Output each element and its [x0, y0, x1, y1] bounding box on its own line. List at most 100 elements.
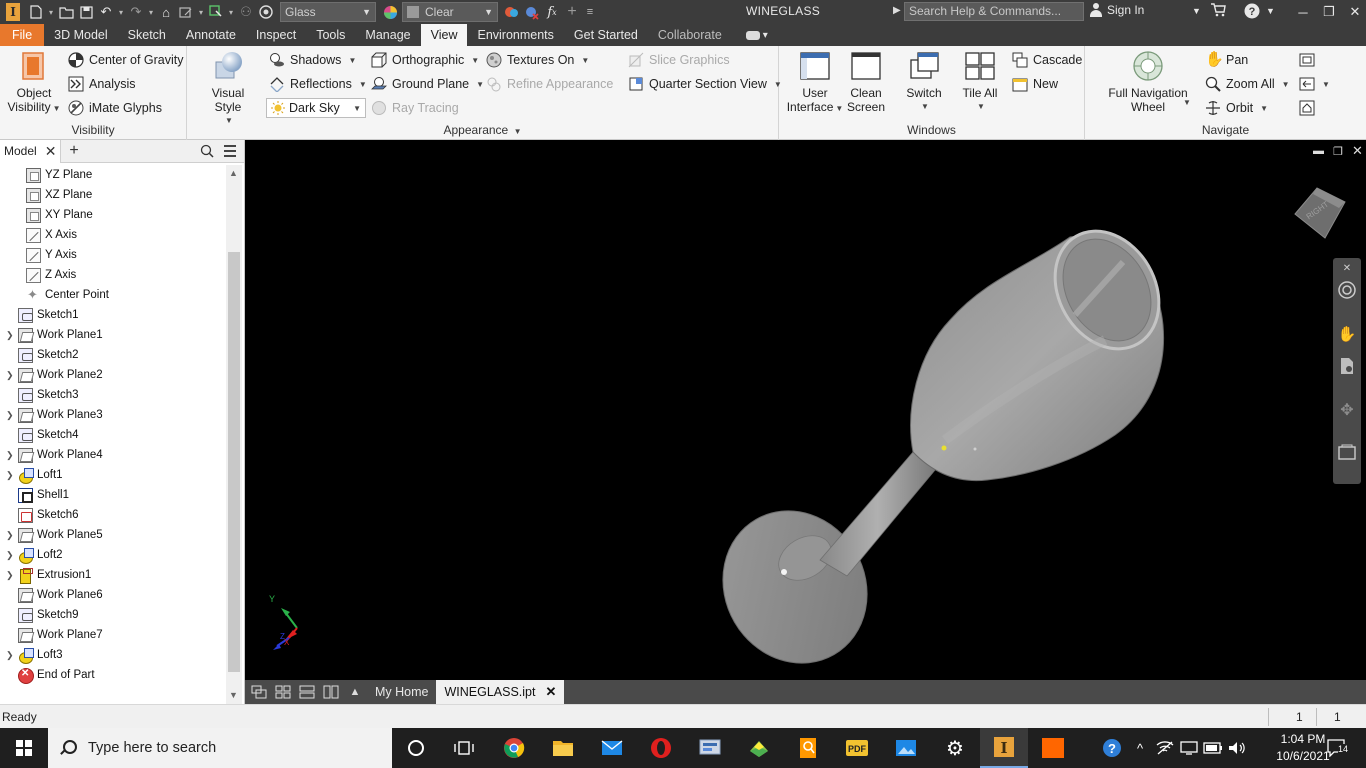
tree-item[interactable]: Sketch6 — [6, 505, 79, 525]
tree-item[interactable]: XZ Plane — [26, 185, 92, 205]
expand-arrow-icon[interactable]: ❯ — [6, 470, 14, 481]
object-visibility-button[interactable]: Object Visibility ▼ — [7, 50, 61, 116]
show-hidden-icons-icon[interactable]: ^ — [1130, 728, 1150, 768]
switch-button[interactable]: Switch ▼ — [901, 50, 947, 114]
clear-appearance-icon[interactable] — [522, 0, 542, 24]
expand-arrow-icon[interactable]: ❯ — [6, 370, 14, 381]
tree-item[interactable]: Sketch2 — [6, 345, 79, 365]
control-panel-icon[interactable] — [686, 728, 734, 768]
tree-item[interactable]: Shell1 — [6, 485, 69, 505]
plus-icon[interactable]: + — [562, 0, 582, 24]
scroll-up-icon[interactable]: ▲ — [229, 168, 238, 178]
expand-arrow-icon[interactable]: ❯ — [6, 550, 14, 561]
tile-windows-icon[interactable] — [271, 680, 295, 704]
file-explorer-icon[interactable] — [539, 728, 587, 768]
cortana-icon[interactable] — [392, 728, 440, 768]
material-combo[interactable]: Glass ▼ — [280, 2, 376, 22]
tab-3d-model[interactable]: 3D Model — [44, 24, 118, 46]
orbit-nav-icon[interactable]: ✥ — [1337, 400, 1357, 420]
tab-wineglass-ipt[interactable]: WINEGLASS.ipt ✕ — [436, 680, 565, 704]
tree-item[interactable]: Center Point — [26, 285, 109, 305]
expand-arrow-icon[interactable]: ❯ — [6, 410, 14, 421]
imate-glyphs-button[interactable]: iMate Glyphs — [68, 98, 162, 118]
help-icon[interactable]: ? — [1244, 3, 1260, 22]
home-icon[interactable]: ⌂ — [156, 0, 176, 24]
expand-arrow-icon[interactable]: ❯ — [6, 530, 14, 541]
tab-environments[interactable]: Environments — [467, 24, 563, 46]
tree-item[interactable]: ❯ Work Plane3 — [6, 405, 103, 425]
tab-view[interactable]: View — [420, 24, 468, 46]
reflections-button[interactable]: Reflections ▼ — [269, 74, 367, 94]
start-button[interactable] — [0, 728, 48, 768]
slice-graphics-button[interactable]: Slice Graphics — [628, 50, 730, 70]
textures-on-button[interactable]: Textures On ▼ — [486, 50, 589, 70]
scrollbar-thumb[interactable] — [228, 252, 240, 672]
tab-manage[interactable]: Manage — [355, 24, 420, 46]
tree-item[interactable]: Work Plane6 — [6, 585, 103, 605]
restore-icon[interactable]: ❐ — [1316, 0, 1342, 24]
tab-get-started[interactable]: Get Started — [564, 24, 648, 46]
quarter-section-view-button[interactable]: Quarter Section View ▼ — [628, 74, 782, 94]
new-window-button[interactable]: New — [1012, 74, 1058, 94]
scroll-down-icon[interactable]: ▼ — [229, 690, 238, 700]
pan-hand-icon[interactable]: ✋ — [1337, 324, 1357, 344]
new-dropdown-icon[interactable]: ▾ — [46, 0, 56, 24]
look-at-nav-icon[interactable] — [1337, 442, 1357, 462]
tree-item[interactable]: ❯ Work Plane5 — [6, 525, 103, 545]
ray-tracing-button[interactable]: Ray Tracing — [371, 98, 459, 118]
tree-item[interactable]: ❯ Work Plane4 — [6, 445, 103, 465]
tree-item[interactable]: Work Plane7 — [6, 625, 103, 645]
redo-dropdown-icon[interactable]: ▾ — [146, 0, 156, 24]
expand-arrow-icon[interactable]: ❯ — [6, 450, 14, 461]
tree-item[interactable]: X Axis — [26, 225, 77, 245]
taskbar-search-input[interactable]: Type here to search — [48, 728, 392, 768]
chevron-down-icon[interactable]: ▼ — [1183, 98, 1191, 107]
steering-wheel-icon[interactable] — [1337, 280, 1357, 300]
app-logo-icon[interactable]: I — [0, 0, 26, 24]
nav-bar-close-icon[interactable]: ✕ — [1337, 258, 1357, 278]
help-tray-icon[interactable]: ? — [1098, 728, 1126, 768]
tree-item[interactable]: YZ Plane — [26, 165, 92, 185]
tree-item[interactable]: End of Part — [6, 665, 95, 685]
tree-item[interactable]: ❯ Work Plane2 — [6, 365, 103, 385]
tab-inspect[interactable]: Inspect — [246, 24, 306, 46]
ribbon-display-options-icon[interactable]: ▾ — [732, 24, 768, 46]
tree-item[interactable]: Sketch3 — [6, 385, 79, 405]
center-of-gravity-button[interactable]: Center of Gravity — [68, 50, 183, 70]
tab-sketch[interactable]: Sketch — [118, 24, 176, 46]
user-interface-button[interactable]: User Interface ▼ — [787, 50, 843, 116]
sign-in-dropdown-icon[interactable]: ▼ — [1192, 6, 1201, 16]
network-off-icon[interactable] — [1154, 728, 1176, 768]
undo-dropdown-icon[interactable]: ▾ — [116, 0, 126, 24]
doc-minimize-icon[interactable]: ▬ — [1313, 145, 1324, 157]
refine-appearance-button[interactable]: Refine Appearance — [486, 74, 613, 94]
bluestacks-icon[interactable] — [735, 728, 783, 768]
group-appearance-label[interactable]: Appearance ▼ — [187, 123, 778, 137]
look-at-button[interactable] — [1299, 50, 1315, 70]
menu-icon[interactable] — [224, 145, 236, 157]
clean-screen-button[interactable]: Clean Screen — [845, 50, 887, 114]
battery-icon[interactable] — [1202, 728, 1224, 768]
tree-scrollbar[interactable]: ▲ ▼ — [226, 165, 242, 705]
new-icon[interactable] — [26, 0, 46, 24]
measure-icon[interactable]: ⚇ — [236, 0, 256, 24]
search-icon[interactable] — [200, 144, 214, 158]
search-commands-input[interactable]: Search Help & Commands... — [904, 2, 1084, 21]
tree-item[interactable]: ❯ Loft3 — [6, 645, 63, 665]
volume-icon[interactable] — [1226, 728, 1248, 768]
update-icon[interactable] — [176, 0, 196, 24]
previous-view-button[interactable]: ▼ — [1299, 74, 1330, 94]
tree-item[interactable]: Sketch9 — [6, 605, 79, 625]
display-icon[interactable] — [1178, 728, 1200, 768]
close-icon[interactable]: ✕ — [545, 684, 556, 700]
orange-app-icon[interactable] — [1029, 728, 1077, 768]
add-browser-icon[interactable]: + — [69, 142, 78, 160]
wineglass-model[interactable] — [245, 140, 1366, 680]
fx-icon[interactable]: fx — [542, 0, 562, 24]
save-icon[interactable] — [76, 0, 96, 24]
appearance-combo[interactable]: Clear ▼ — [402, 2, 498, 22]
document-menu-icon[interactable]: ▲ — [343, 680, 367, 704]
cascade-button[interactable]: Cascade — [1012, 50, 1082, 70]
chrome-icon[interactable] — [490, 728, 538, 768]
tab-file[interactable]: File — [0, 24, 45, 46]
